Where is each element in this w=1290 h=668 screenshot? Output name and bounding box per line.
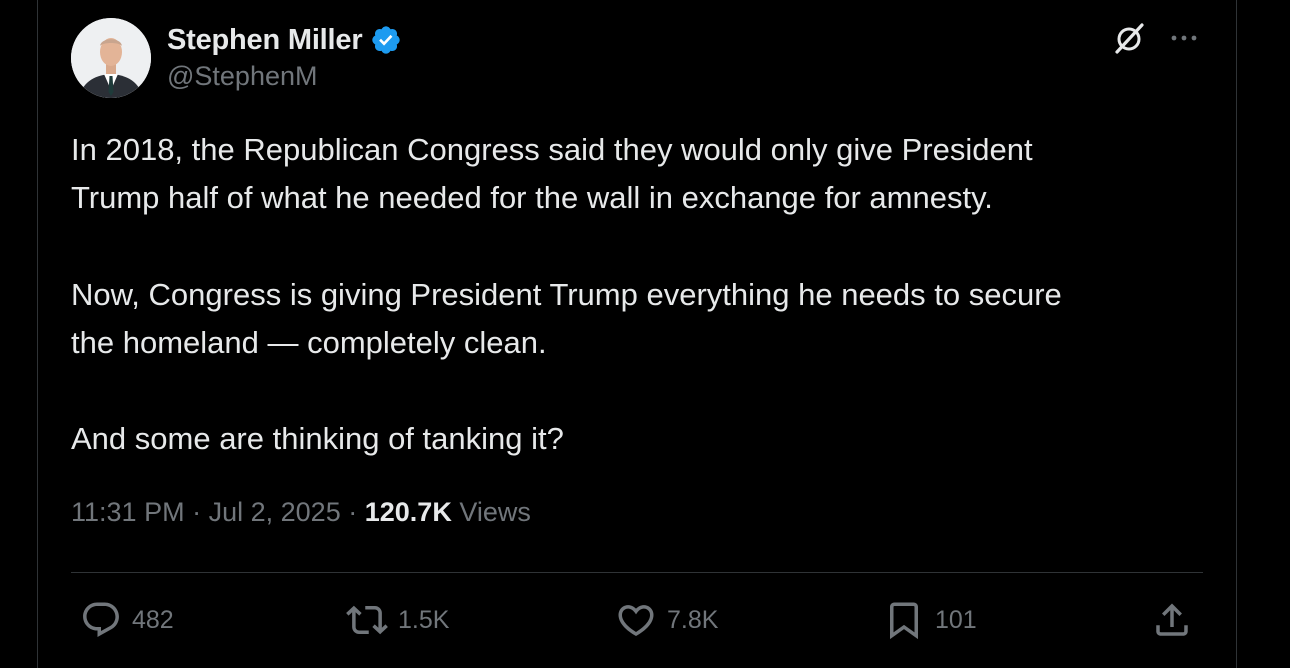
like-button[interactable]: 7.8K [615,597,718,643]
tweet-text-line: Now, Congress is giving President Trump … [71,277,1062,312]
meta-separator: · [348,497,358,527]
bookmark-count: 101 [935,605,977,634]
tweet-time[interactable]: 11:31 PM [71,497,185,527]
share-icon [1151,599,1193,641]
reply-icon [80,599,122,641]
repost-count: 1.5K [398,605,450,634]
tweet-meta: 11:31 PM · Jul 2, 2025 · 120.7K Views [71,497,531,528]
reply-button[interactable]: 482 [80,597,174,643]
repost-icon [346,599,388,641]
author-name-row[interactable]: Stephen Miller [167,20,402,60]
like-icon [615,599,657,641]
tweet-date[interactable]: Jul 2, 2025 [209,497,341,527]
avatar[interactable] [71,18,151,98]
timeline-left-border [37,0,38,668]
views-count[interactable]: 120.7K [365,497,452,527]
author-handle[interactable]: @StephenM [167,61,318,92]
repost-button[interactable]: 1.5K [346,597,449,643]
author-name[interactable]: Stephen Miller [167,24,363,57]
tweet-text-line: the homeland — completely clean. [71,325,547,360]
like-count: 7.8K [667,605,719,634]
more-icon[interactable] [1166,24,1202,52]
verified-badge-icon [370,24,402,56]
tweet-text-line: In 2018, the Republican Congress said th… [71,132,1033,167]
meta-separator: · [192,497,202,527]
share-button[interactable] [1151,597,1193,643]
bookmark-button[interactable]: 101 [883,597,977,643]
grok-icon[interactable] [1112,20,1148,56]
views-label[interactable]: Views [459,497,531,527]
reply-count: 482 [132,605,174,634]
tweet-text-line: And some are thinking of tanking it? [71,421,564,456]
timeline-right-border [1236,0,1237,668]
tweet-page: Stephen Miller @StephenM In 2018, the Re… [0,0,1290,668]
bookmark-icon [883,599,925,641]
tweet-text-line: Trump half of what he needed for the wal… [71,180,993,215]
divider [71,572,1203,573]
